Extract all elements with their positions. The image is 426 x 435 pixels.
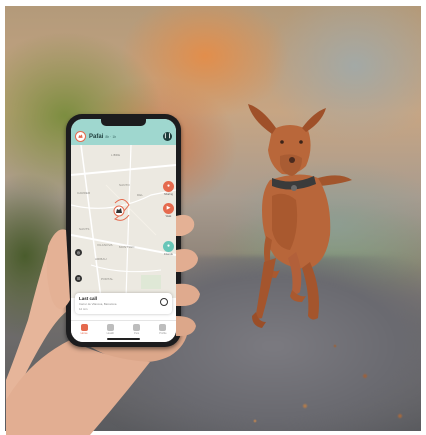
tab-label: Pets (134, 332, 140, 335)
home-indicator (107, 338, 140, 340)
tab-label: Profile (159, 332, 167, 335)
walk-label: Walk (165, 215, 172, 218)
tab-label: Home (80, 332, 88, 335)
phone-screen: Pafai 8h · 1h ❙❙ LIBRE SANTO CARRER DEL … (71, 119, 176, 342)
tab-pets[interactable]: Pets (127, 324, 147, 335)
profile-icon (159, 324, 167, 331)
walk-button[interactable]: ▶ (163, 203, 174, 214)
location-card[interactable]: Last call Carrer de Vilanova, Barcelona … (75, 293, 172, 314)
card-address: Carrer de Vilanova, Barcelona (79, 302, 117, 306)
friends-label: Friends (164, 253, 173, 256)
paw-icon (133, 324, 141, 331)
health-icon (106, 324, 114, 331)
map-label: VILANOVA (97, 243, 113, 247)
hand (6, 235, 188, 435)
tab-profile[interactable]: Profile (153, 324, 173, 335)
map-streets (71, 144, 176, 299)
app-header: Pafai 8h · 1h ❙❙ (71, 128, 176, 145)
pet-avatar[interactable] (75, 131, 86, 142)
tab-label: Health (106, 332, 115, 335)
friends-button[interactable]: ● (163, 241, 174, 252)
map-label: SANTO (119, 183, 130, 187)
sharing-label: Sharing (164, 193, 173, 196)
map-label: PORTAL (101, 277, 114, 281)
map-label: SANTS (79, 227, 90, 231)
map-label: ARIBAU (95, 257, 107, 261)
home-icon (80, 324, 88, 331)
smartphone: Pafai 8h · 1h ❙❙ LIBRE SANTO CARRER DEL … (66, 114, 181, 347)
map-label: LIBRE (111, 153, 121, 157)
tab-home[interactable]: Home (74, 324, 94, 335)
card-title: Last call (79, 296, 98, 301)
phone-notch (101, 119, 146, 126)
refresh-icon[interactable] (160, 298, 168, 306)
map-view[interactable]: LIBRE SANTO CARRER DEL SANTS VILANOVA AR… (71, 144, 176, 299)
tab-health[interactable]: Health (100, 324, 120, 335)
dog-icon (78, 134, 83, 138)
map-label: DEL (137, 193, 144, 197)
locate-icon[interactable]: ◎ (75, 249, 82, 256)
sharing-button[interactable]: ● (163, 181, 174, 192)
pet-status: 8h · 1h (105, 134, 117, 139)
layers-icon[interactable]: ☰ (75, 275, 82, 282)
card-time: 12 min (79, 307, 88, 311)
pause-icon[interactable]: ❙❙ (163, 132, 172, 141)
pet-name: Pafai (89, 133, 104, 140)
map-label: MONTSEC (119, 245, 135, 249)
map-label: CARRER (77, 191, 91, 195)
